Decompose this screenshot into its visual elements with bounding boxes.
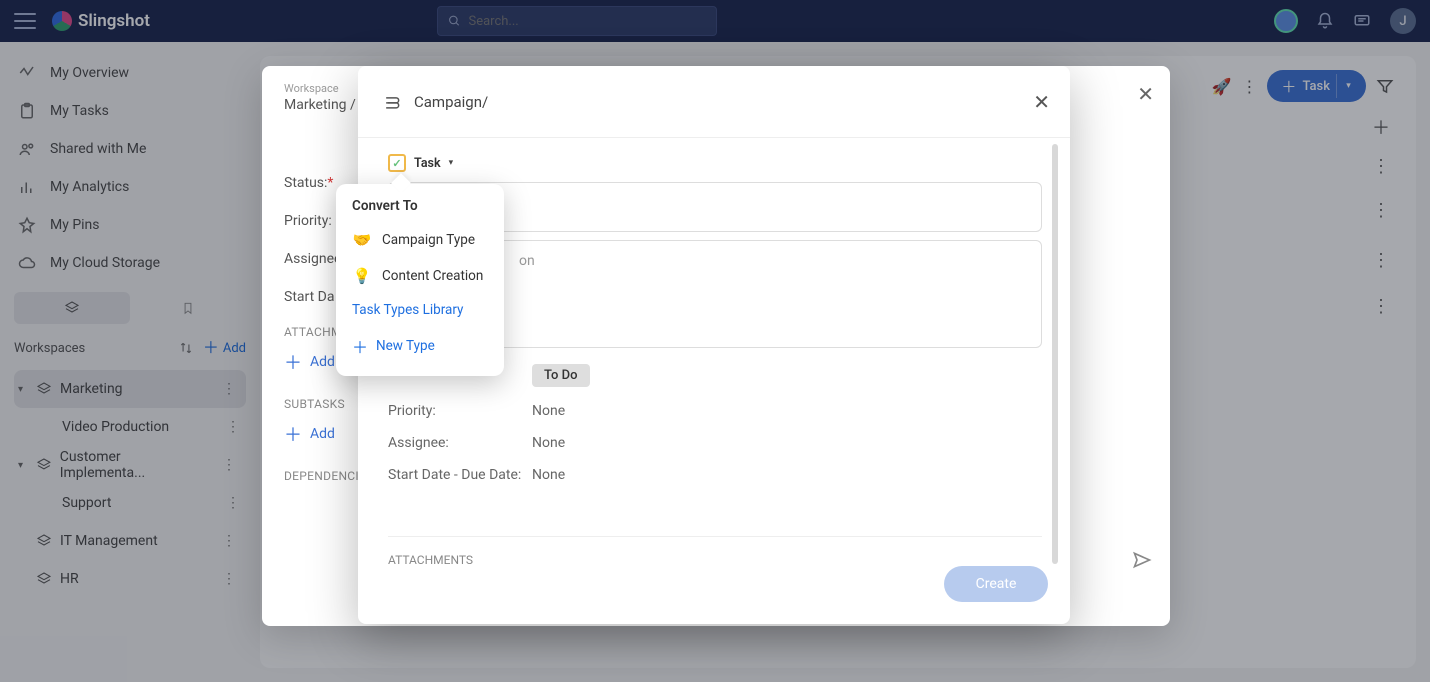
convert-option-campaign-type[interactable]: 🤝 Campaign Type	[336, 222, 504, 258]
campaign-icon	[382, 92, 402, 112]
plus-icon: ＋	[284, 349, 302, 375]
field-status-label: Status:	[284, 175, 327, 191]
task-type-icon: ✓	[388, 154, 406, 172]
new-type-button[interactable]: ＋ New Type	[336, 326, 504, 366]
priority-label: Priority:	[388, 403, 532, 419]
breadcrumb-sep: /	[350, 97, 356, 113]
chevron-down-icon: ▾	[449, 158, 454, 168]
add-attachment-label: Add	[310, 354, 335, 370]
status-badge[interactable]: To Do	[532, 364, 590, 387]
modal-header: Campaign/	[358, 66, 1070, 138]
close-icon[interactable]: ✕	[1033, 90, 1050, 114]
task-type-label: Task	[414, 156, 441, 171]
plus-icon: ＋	[284, 421, 302, 447]
option-label: Content Creation	[382, 268, 483, 284]
convert-to-popover: Convert To 🤝 Campaign Type 💡 Content Cre…	[336, 184, 504, 376]
close-icon[interactable]: ✕	[1137, 82, 1154, 106]
create-label: Create	[976, 576, 1017, 592]
modal-breadcrumb[interactable]: Campaign/	[414, 93, 488, 111]
assignee-value[interactable]: None	[532, 435, 565, 451]
dates-label: Start Date - Due Date:	[388, 467, 532, 483]
campaign-type-icon: 🤝	[352, 230, 372, 250]
convert-option-content-creation[interactable]: 💡 Content Creation	[336, 258, 504, 294]
send-icon[interactable]	[1132, 550, 1152, 570]
priority-value[interactable]: None	[532, 403, 565, 419]
option-label: Campaign Type	[382, 232, 475, 248]
required-icon: *	[327, 175, 333, 191]
dates-value[interactable]: None	[532, 467, 565, 483]
attachments-label: ATTACHMENTS	[388, 553, 473, 567]
task-form-rows: To Do Priority:None Assignee:None Start …	[388, 364, 1042, 483]
scrollbar[interactable]	[1052, 144, 1058, 564]
new-type-label: New Type	[376, 338, 435, 354]
assignee-label: Assignee:	[388, 435, 532, 451]
popover-title: Convert To	[336, 198, 504, 222]
create-button[interactable]: Create	[944, 566, 1048, 602]
modal-attachments-section: ATTACHMENTS	[388, 536, 1042, 567]
task-type-chip[interactable]: ✓ Task ▾	[388, 154, 453, 172]
breadcrumb-value[interactable]: Marketing	[284, 97, 347, 113]
desc-placeholder-fragment: on	[519, 253, 535, 269]
content-creation-icon: 💡	[352, 266, 372, 286]
task-types-library-link[interactable]: Task Types Library	[336, 294, 504, 326]
plus-icon: ＋	[352, 334, 368, 358]
add-subtask-label: Add	[310, 426, 335, 442]
